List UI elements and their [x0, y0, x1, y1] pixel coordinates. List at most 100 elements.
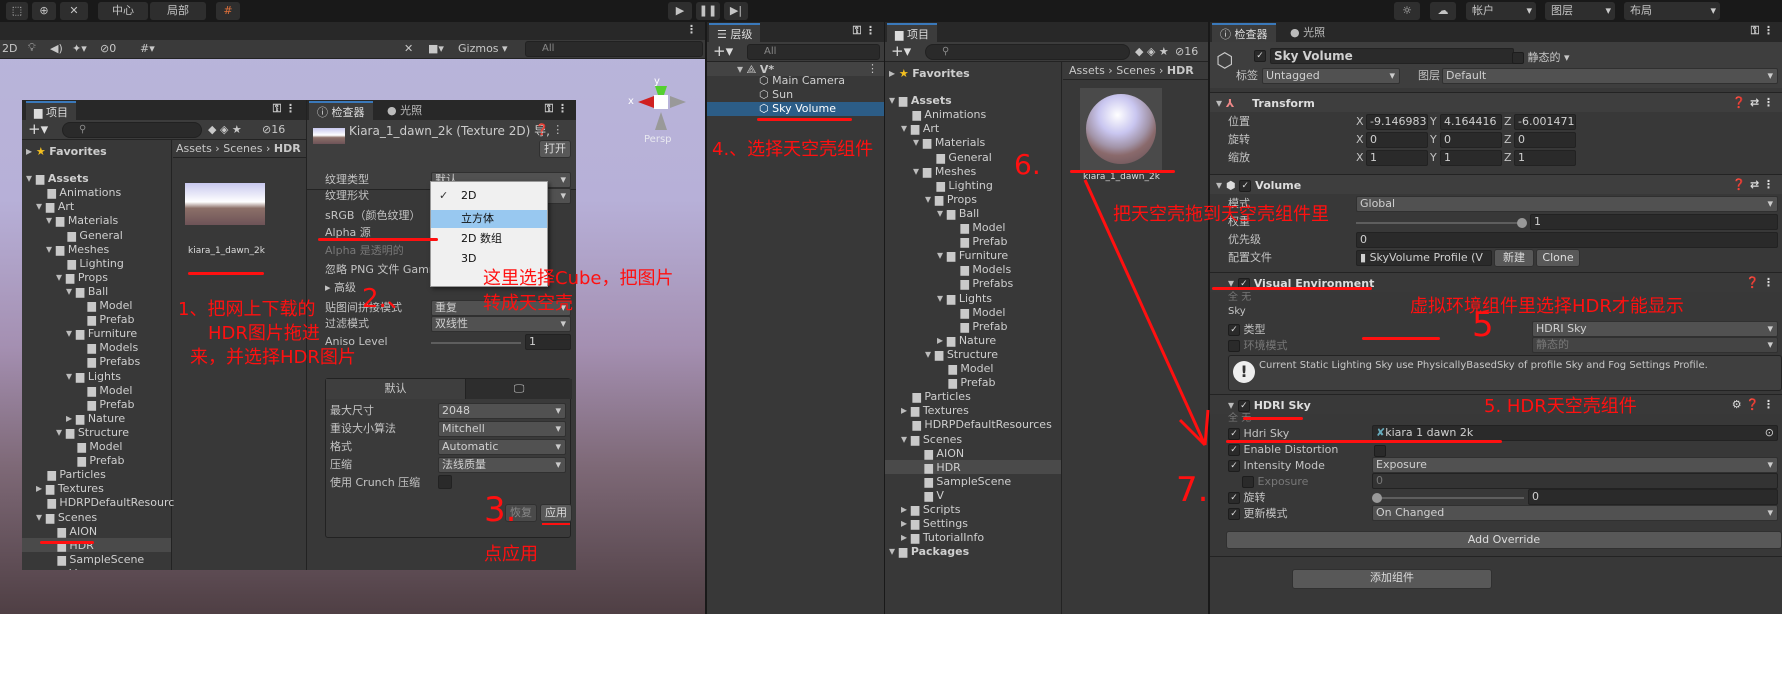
tools-icon[interactable]: ✕	[404, 42, 413, 55]
fold-arrow[interactable]	[76, 383, 87, 397]
hdri-sky-field[interactable]: ✘kiara 1 dawn 2k ⊙	[1372, 425, 1778, 441]
add-icon[interactable]: +▾	[28, 120, 48, 138]
tab-hierarchy[interactable]: ☰ 层级	[709, 23, 761, 42]
filter-icons[interactable]: ◆ ◈ ★	[208, 123, 242, 136]
transform-y-input[interactable]: 1	[1440, 150, 1502, 166]
transform-x-input[interactable]: 1	[1366, 150, 1428, 166]
folder-item[interactable]: ▆ V	[22, 566, 171, 570]
folder-item[interactable]: ▸ ▆ Scripts	[885, 502, 1061, 516]
folder-item[interactable]: ▾ ▆ Lights	[22, 369, 171, 383]
fold-arrow[interactable]: ▸	[901, 530, 911, 544]
add-override-button[interactable]: Add Override	[1226, 531, 1782, 549]
help-settings-icons[interactable]: ❓ ⋮	[535, 123, 563, 136]
folder-item[interactable]: ▆ HDR	[22, 537, 171, 552]
apply-button[interactable]: 应用	[540, 504, 572, 522]
open-button[interactable]: 打开	[539, 140, 571, 158]
profile-field[interactable]: ▮ SkyVolume Profile (V	[1356, 250, 1492, 266]
folder-item[interactable]: ▆ Particles	[885, 389, 1061, 403]
axis-label[interactable]: X	[1356, 150, 1364, 166]
fold-arrow[interactable]	[937, 361, 948, 375]
fold-arrow[interactable]	[901, 417, 912, 431]
transform-y-input[interactable]: 4.164416	[1440, 114, 1502, 130]
fold-arrow[interactable]: ▸	[937, 333, 947, 347]
transform-z-input[interactable]: 1	[1514, 150, 1576, 166]
folder-item[interactable]: ▆ Model	[885, 361, 1061, 375]
settings-help-more-icons[interactable]: ⚙ ❓ ⋮	[1732, 395, 1774, 415]
hidden-packages[interactable]: ⊘16	[1175, 45, 1198, 58]
rect-tool-icon[interactable]: ⬚	[6, 2, 28, 20]
clone-profile-button[interactable]: Clone	[1536, 249, 1580, 267]
help-preset-more-icons[interactable]: ❓ ⇄ ⋮	[1732, 93, 1774, 113]
lock-more-icon[interactable]: ⚿ ⋮	[853, 24, 876, 38]
setting-value[interactable]: 1	[525, 334, 571, 350]
fold-arrow[interactable]	[937, 375, 948, 389]
gizmo-center[interactable]	[654, 95, 668, 109]
fold-arrow[interactable]	[949, 319, 960, 333]
folder-item[interactable]: ▾ ▆ Furniture	[885, 248, 1061, 262]
fold-arrow[interactable]: ▾	[937, 291, 947, 305]
folder-item[interactable]: ▆ Models	[885, 262, 1061, 276]
transform-x-input[interactable]: -9.146983	[1366, 114, 1428, 130]
fold-arrow[interactable]: ▾	[913, 135, 923, 149]
override-checkbox[interactable]: ✓	[1228, 492, 1240, 504]
fold-arrow[interactable]	[76, 298, 87, 312]
fold-arrow[interactable]	[76, 312, 87, 326]
override-checkbox[interactable]: ✓	[1228, 444, 1240, 456]
volume-enabled-checkbox[interactable]: ✓	[1239, 180, 1252, 192]
folder-item[interactable]: ▾ ▆ Ball	[22, 284, 171, 298]
folder-item[interactable]: ▆ Prefab	[885, 234, 1061, 248]
scene-search-input[interactable]: All	[525, 41, 703, 57]
snap-icon[interactable]: #	[216, 2, 240, 20]
priority-input[interactable]: 0	[1356, 232, 1778, 248]
folder-item[interactable]: ▆ Models	[22, 340, 171, 354]
layout-dropdown[interactable]: 布局	[1624, 2, 1720, 20]
fold-arrow[interactable]: ▸	[901, 403, 911, 417]
override-checkbox[interactable]: ✓	[1228, 460, 1240, 472]
tab-pc-platform[interactable]: 🖵︎	[466, 379, 572, 399]
intensity-mode-dropdown[interactable]: Exposure	[1372, 457, 1778, 473]
setting-value[interactable]: 双线性	[431, 316, 571, 332]
menu-item-cube[interactable]: 立方体	[431, 210, 547, 228]
folder-item[interactable]: ▆ HDRPDefaultResourc	[22, 495, 174, 509]
transform-z-input[interactable]: -6.001471	[1514, 114, 1576, 130]
grid-icon[interactable]: #▾	[140, 42, 155, 55]
axis-label[interactable]: Y	[1430, 114, 1437, 130]
folder-item[interactable]: ▾ ▆ Props	[885, 192, 1061, 206]
folder-item[interactable]: ▆ V	[885, 488, 1061, 502]
more-icon[interactable]: ⋮	[686, 23, 697, 36]
crumb-scenes[interactable]: Scenes	[223, 142, 262, 155]
override-checkbox[interactable]	[1228, 340, 1240, 352]
enable-distortion-checkbox[interactable]	[1374, 445, 1386, 457]
fold-arrow[interactable]	[949, 234, 960, 248]
gizmos-dropdown[interactable]: Gizmos ▾	[458, 42, 508, 55]
folder-item[interactable]: ▆ General	[22, 228, 171, 242]
axis-label[interactable]: Z	[1504, 150, 1512, 166]
fold-arrow[interactable]	[46, 538, 57, 552]
fold-arrow[interactable]	[913, 446, 924, 460]
tab-lighting[interactable]: ● 光照	[379, 101, 430, 120]
fold-arrow[interactable]: ▸	[889, 66, 899, 80]
fold-arrow[interactable]: ▾	[46, 242, 56, 256]
ambient-mode-dropdown[interactable]: 静态的	[1532, 337, 1778, 353]
tab-lighting[interactable]: ● 光照	[1282, 23, 1333, 42]
folder-item[interactable]: ▆ Animations	[22, 185, 171, 199]
transform-x-input[interactable]: 0	[1366, 132, 1428, 148]
light-toggle-icon[interactable]: 💡︎	[28, 41, 36, 55]
fold-arrow[interactable]: ▾	[901, 432, 911, 446]
lock-more-icon[interactable]: ⚿ ⋮	[545, 102, 568, 116]
folder-item[interactable]: ▸ ★ Favorites	[22, 144, 171, 158]
fold-arrow[interactable]: ▾	[925, 192, 935, 206]
add-icon[interactable]: +▾	[713, 42, 733, 60]
crumb-scenes[interactable]: Scenes	[1116, 64, 1155, 77]
exposure-input[interactable]: 0	[1372, 473, 1778, 489]
fold-arrow[interactable]	[66, 439, 77, 453]
asset-tile[interactable]	[1080, 88, 1162, 170]
fold-arrow[interactable]: ▾	[66, 326, 76, 340]
weight-slider[interactable]	[1356, 218, 1527, 228]
folder-item[interactable]: ▆ HDRPDefaultResources	[885, 417, 1061, 431]
hierarchy-item[interactable]: ⬡ Main Camera	[759, 74, 845, 88]
pause-button[interactable]: ❚❚	[696, 2, 720, 20]
folder-item[interactable]: ▆ AION	[22, 524, 171, 538]
asset-thumbnail[interactable]	[185, 183, 265, 225]
fold-arrow[interactable]: ▸	[66, 411, 76, 425]
